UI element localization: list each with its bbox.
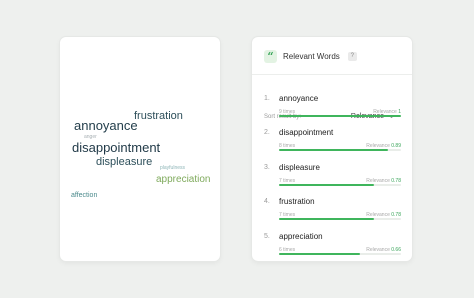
cloud-word-frustration: frustration [134,110,183,122]
item-word: displeasure [279,163,320,172]
relevance-bar [279,149,401,151]
item-rank: 1. [264,95,270,102]
cloud-word-playfulness: playfulness [160,165,186,171]
list-item: 2. disappointment 8 times Relevance 0.89 [264,128,401,157]
relevant-words-card: “ Relevant Words ? Sort result by: Relev… [252,37,412,261]
header-divider [252,74,412,75]
help-icon[interactable]: ? [347,51,357,61]
relevance-bar [279,253,401,255]
item-word: disappointment [279,128,334,137]
cloud-word-displeasure: displeasure [96,156,153,168]
list-item: 3. displeasure 7 times Relevance 0.78 [264,163,401,192]
item-rank: 3. [264,164,270,171]
item-rank: 5. [264,233,270,240]
relevance-bar-fill [279,115,401,117]
item-word: frustration [279,197,315,206]
relevant-words-title: Relevant Words [283,51,340,61]
cloud-word-appreciation: appreciation [156,174,211,185]
relevance-bar [279,184,401,186]
cloud-word-annoyance: annoyance [74,118,138,133]
word-cloud-card: frustration annoyance anger disappointme… [60,37,220,261]
cloud-word-disappointment: disappointment [72,140,161,155]
list-item: 4. frustration 7 times Relevance 0.78 [264,197,401,226]
relevance-bar [279,218,401,220]
list-item: 1. annoyance 9 times Relevance 1 [264,94,401,123]
relevance-bar [279,115,401,117]
relevance-bar-fill [279,149,388,151]
item-rank: 2. [264,129,270,136]
cloud-word-affection: affection [71,192,98,199]
relevance-bar-fill [279,253,360,255]
item-word: appreciation [279,232,323,241]
item-word: annoyance [279,94,319,103]
relevant-words-header: “ Relevant Words ? [264,47,400,65]
list-item: 5. appreciation 6 times Relevance 0.66 [264,232,401,261]
item-rank: 4. [264,198,270,205]
relevance-bar-fill [279,218,375,220]
relevance-bar-fill [279,184,375,186]
quote-icon: “ [264,49,277,63]
